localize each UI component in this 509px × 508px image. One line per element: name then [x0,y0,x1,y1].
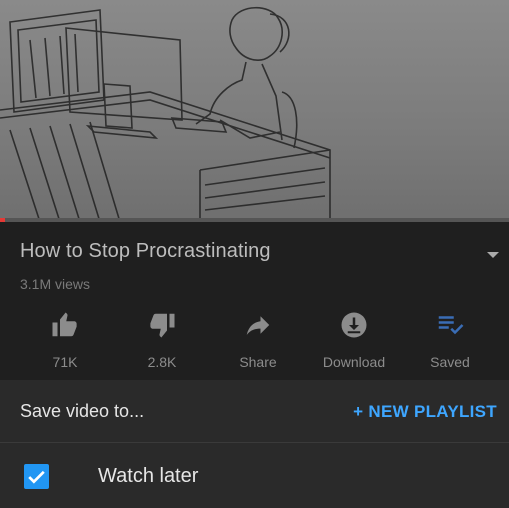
playlist-label: Watch later [98,465,199,487]
playlist-item-watch-later[interactable]: Watch later [0,443,509,508]
download-label: Download [322,354,386,370]
video-frame-sketch [0,7,331,222]
save-to-playlist-sheet: Save video to... + NEW PLAYLIST Watch la… [0,380,509,508]
action-bar: 71K 2.8K Share Download Saved [0,308,509,372]
like-count: 71K [52,354,78,370]
like-button[interactable]: 71K [15,308,115,372]
thumbs-down-icon [147,310,177,340]
new-playlist-button[interactable]: + NEW PLAYLIST [353,402,497,422]
download-button[interactable]: Download [304,308,404,372]
video-info: How to Stop Procrastinating 3.1M views 7… [0,222,509,380]
video-title[interactable]: How to Stop Procrastinating [20,240,271,263]
dislike-count: 2.8K [147,354,177,370]
share-label: Share [239,354,277,370]
watch-later-checkbox[interactable] [24,464,49,489]
saved-button[interactable]: Saved [400,308,500,372]
expand-description-icon[interactable] [487,252,499,258]
download-icon [339,310,369,340]
checkmark-icon [28,470,45,484]
saved-label: Saved [430,354,470,370]
dislike-button[interactable]: 2.8K [112,308,212,372]
sheet-title: Save video to... [20,401,145,421]
video-player[interactable] [0,0,509,222]
view-count: 3.1M views [20,276,91,292]
sheet-header: Save video to... + NEW PLAYLIST [0,380,509,443]
thumbs-up-icon [50,310,80,340]
saved-playlist-icon [435,310,465,340]
share-icon [243,310,273,340]
share-button[interactable]: Share [208,308,308,372]
